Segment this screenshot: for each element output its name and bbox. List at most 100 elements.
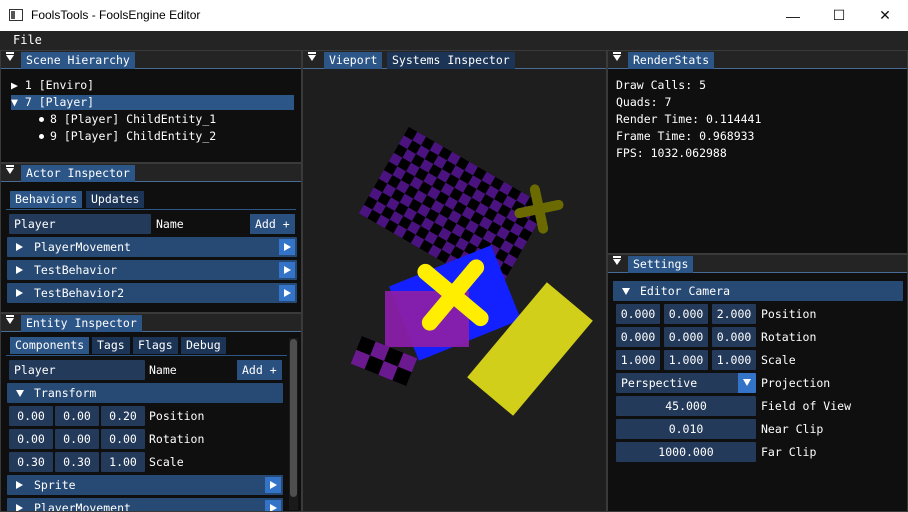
- tab-render-stats[interactable]: RenderStats: [628, 52, 715, 69]
- near-clip-label: Near Clip: [761, 422, 824, 436]
- collapse-icon[interactable]: [6, 165, 14, 174]
- tab-entity-inspector[interactable]: Entity Inspector: [21, 315, 142, 332]
- scene-hierarchy-panel: Scene Hierarchy ▶ 1 [Enviro] ▼ 7 [Player…: [0, 50, 302, 163]
- bullet-icon: [39, 117, 44, 122]
- expand-arrow-icon[interactable]: ▶: [11, 78, 18, 92]
- tree-item[interactable]: ▶ 1 [Enviro]: [11, 78, 293, 93]
- tab-settings[interactable]: Settings: [628, 256, 694, 273]
- collapse-icon[interactable]: [613, 256, 621, 265]
- entity-inspector-panel: Entity Inspector Components Tags Flags D…: [0, 313, 302, 512]
- scrollbar-thumb[interactable]: [290, 339, 297, 497]
- collapse-arrow-icon[interactable]: ▼: [11, 95, 18, 109]
- rotation-label: Rotation: [761, 330, 817, 344]
- editor-camera-label: Editor Camera: [640, 284, 731, 298]
- entity-name-input[interactable]: Player: [9, 360, 145, 380]
- tree-item-label: 8 [Player] ChildEntity_1: [50, 112, 217, 126]
- dropdown-arrow-icon[interactable]: [738, 373, 756, 393]
- viewport-header: Vieport Systems Inspector: [303, 51, 606, 69]
- render-time-text: Render Time: 0.114441: [616, 112, 762, 126]
- fov-label: Field of View: [761, 399, 852, 413]
- add-component-button[interactable]: Add +: [237, 360, 282, 380]
- tab-viewport[interactable]: Vieport: [324, 52, 383, 69]
- behavior-header[interactable]: TestBehavior2: [7, 283, 297, 303]
- component-header[interactable]: Sprite: [7, 475, 283, 495]
- actor-name-input[interactable]: Player: [9, 214, 151, 234]
- component-label: PlayerMovement: [34, 501, 131, 512]
- menu-bar: File: [0, 31, 908, 50]
- behavior-label: TestBehavior: [34, 263, 118, 277]
- position-label: Position: [149, 409, 205, 423]
- camera-scale-z[interactable]: 1.000: [712, 350, 756, 370]
- camera-position-z[interactable]: 2.000: [712, 304, 756, 324]
- transform-header[interactable]: Transform: [7, 383, 283, 403]
- fov-field[interactable]: 45.000: [616, 396, 756, 416]
- camera-scale-x[interactable]: 1.000: [616, 350, 660, 370]
- far-clip-field[interactable]: 1000.000: [616, 442, 756, 462]
- collapse-icon[interactable]: [6, 52, 14, 61]
- tree-item[interactable]: 9 [Player] ChildEntity_2: [39, 129, 216, 144]
- fps-text: FPS: 1032.062988: [616, 146, 727, 160]
- add-behavior-button[interactable]: Add +: [250, 214, 295, 234]
- close-button[interactable]: ✕: [862, 0, 908, 31]
- play-arrow-icon[interactable]: [279, 285, 295, 301]
- component-header[interactable]: PlayerMovement: [7, 498, 283, 512]
- projection-select[interactable]: Perspective: [616, 373, 756, 393]
- tab-components[interactable]: Components: [10, 337, 90, 354]
- minimize-button[interactable]: —: [770, 0, 816, 31]
- play-arrow-icon[interactable]: [279, 262, 295, 278]
- camera-position-x[interactable]: 0.000: [616, 304, 660, 324]
- scale-y-field[interactable]: 0.30: [55, 452, 99, 472]
- scrollbar-track[interactable]: [289, 338, 298, 510]
- play-arrow-icon[interactable]: [265, 500, 281, 511]
- behavior-label: PlayerMovement: [34, 240, 131, 254]
- editor-camera-header[interactable]: Editor Camera: [613, 281, 903, 301]
- tab-flags[interactable]: Flags: [133, 337, 178, 354]
- camera-scale-y[interactable]: 1.000: [664, 350, 708, 370]
- camera-rotation-z[interactable]: 0.000: [712, 327, 756, 347]
- play-arrow-icon[interactable]: [265, 477, 281, 493]
- tab-underline: [6, 355, 287, 356]
- projection-value: Perspective: [621, 376, 698, 390]
- scale-label: Scale: [761, 353, 796, 367]
- tab-updates[interactable]: Updates: [86, 191, 145, 208]
- tree-item-label: 1 [Enviro]: [24, 78, 95, 92]
- collapse-icon[interactable]: [613, 52, 621, 61]
- scale-label: Scale: [149, 455, 184, 469]
- rotation-z-field[interactable]: 0.00: [101, 429, 145, 449]
- camera-position-y[interactable]: 0.000: [664, 304, 708, 324]
- position-label: Position: [761, 307, 817, 321]
- maximize-button[interactable]: ☐: [816, 0, 862, 31]
- tab-tags[interactable]: Tags: [92, 337, 130, 354]
- tree-item[interactable]: 8 [Player] ChildEntity_1: [39, 112, 216, 127]
- camera-rotation-y[interactable]: 0.000: [664, 327, 708, 347]
- quads-text: Quads: 7: [616, 95, 672, 109]
- collapse-icon[interactable]: [308, 52, 316, 61]
- scale-x-field[interactable]: 0.30: [9, 452, 53, 472]
- camera-rotation-x[interactable]: 0.000: [616, 327, 660, 347]
- position-z-field[interactable]: 0.20: [101, 406, 145, 426]
- far-clip-label: Far Clip: [761, 445, 817, 459]
- rotation-y-field[interactable]: 0.00: [55, 429, 99, 449]
- position-x-field[interactable]: 0.00: [9, 406, 53, 426]
- behavior-header[interactable]: TestBehavior: [7, 260, 297, 280]
- window-titlebar[interactable]: FoolsTools - FoolsEngine Editor — ☐ ✕: [0, 0, 908, 31]
- tree-item-selected[interactable]: ▼ 7 [Player]: [11, 95, 294, 110]
- menu-file[interactable]: File: [13, 33, 42, 47]
- play-arrow-icon[interactable]: [279, 239, 295, 255]
- collapse-arrow-icon: [622, 288, 630, 295]
- render-stats-header: RenderStats: [608, 51, 907, 69]
- settings-header: Settings: [608, 255, 907, 273]
- scene-viewport[interactable]: [303, 70, 606, 511]
- tab-systems-inspector[interactable]: Systems Inspector: [387, 52, 515, 69]
- bullet-icon: [39, 134, 44, 139]
- tab-actor-inspector[interactable]: Actor Inspector: [21, 165, 135, 182]
- tab-behaviors[interactable]: Behaviors: [10, 191, 83, 208]
- near-clip-field[interactable]: 0.010: [616, 419, 756, 439]
- behavior-header[interactable]: PlayerMovement: [7, 237, 297, 257]
- scale-z-field[interactable]: 1.00: [101, 452, 145, 472]
- tab-debug[interactable]: Debug: [181, 337, 226, 354]
- collapse-icon[interactable]: [6, 315, 14, 324]
- tab-scene-hierarchy[interactable]: Scene Hierarchy: [21, 52, 135, 69]
- rotation-x-field[interactable]: 0.00: [9, 429, 53, 449]
- position-y-field[interactable]: 0.00: [55, 406, 99, 426]
